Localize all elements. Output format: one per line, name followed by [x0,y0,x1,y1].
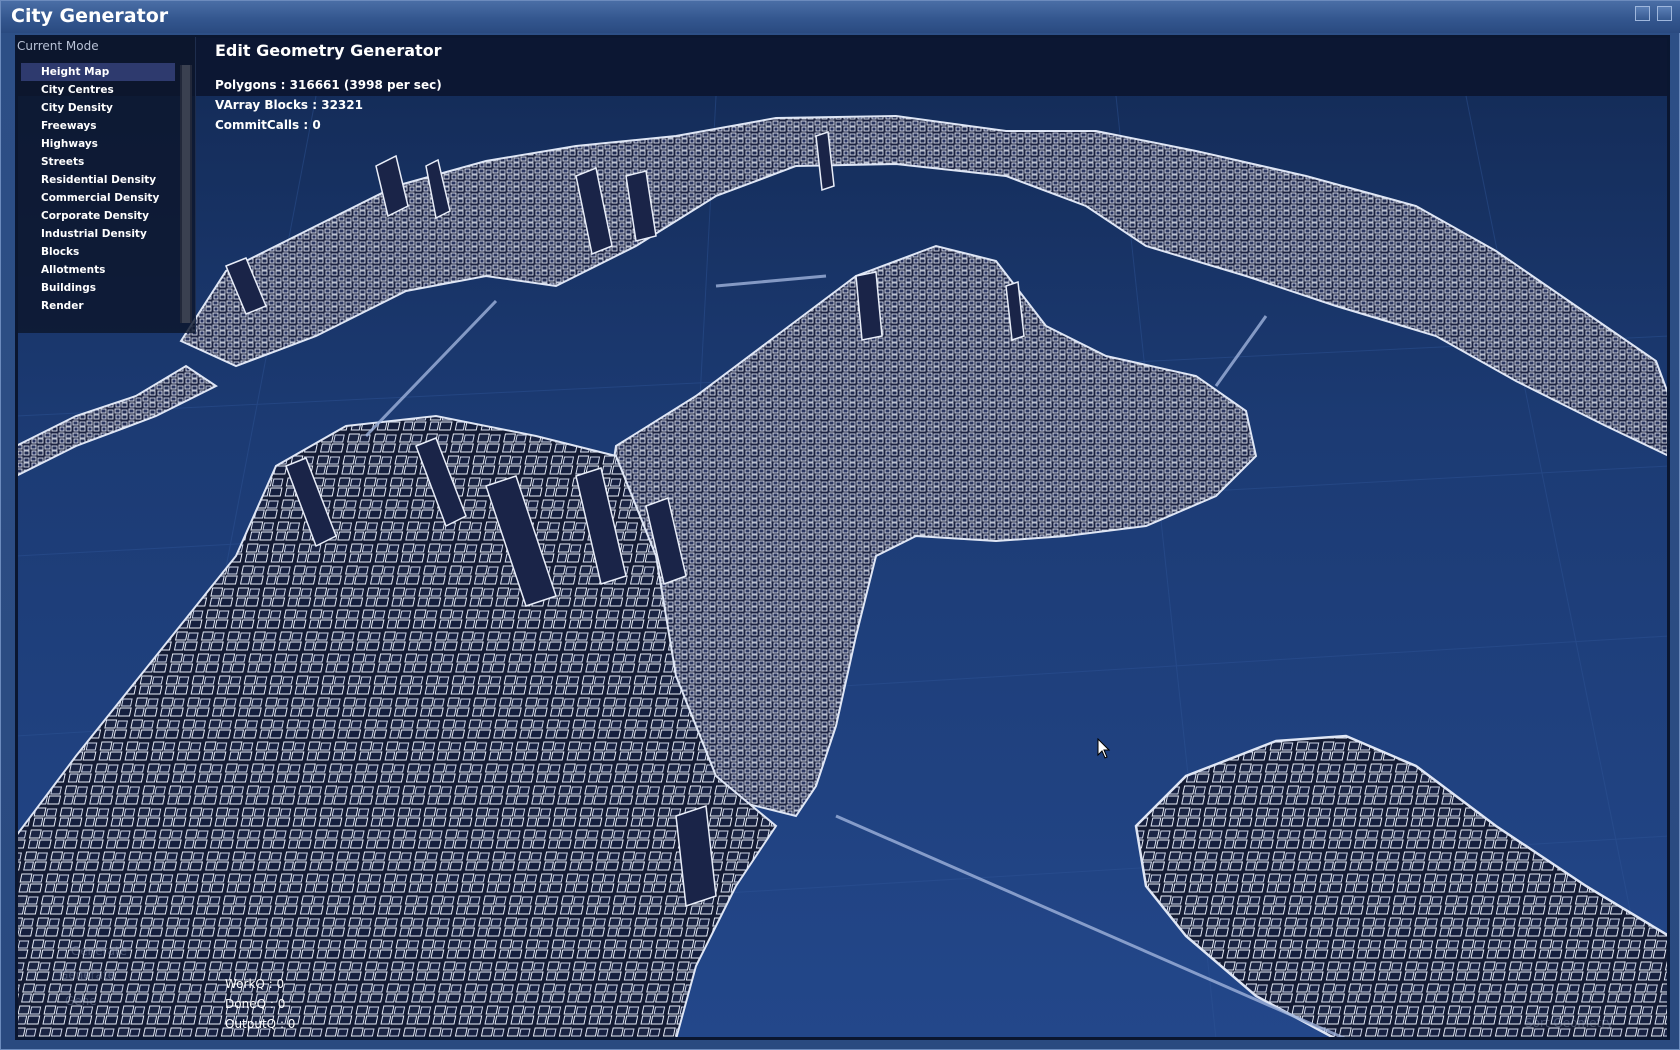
city-3d-viewport[interactable] [15,35,1670,1040]
restore-icon[interactable] [1635,6,1650,21]
queue-stats: WorkQ : 0 DoneQ : 0 OutputQ : 0 [225,974,295,1034]
mode-item-industrial-density[interactable]: Industrial Density [21,225,175,243]
polygons-stat: Polygons : 316661 (3998 per sec) [215,78,442,92]
output-queue-stat: OutputQ : 0 [225,1017,296,1031]
mode-item-height-map[interactable]: Height Map [21,63,175,81]
done-queue-stat: DoneQ : 0 [225,997,286,1011]
arrow-cursor-icon [1097,737,1111,764]
mode-item-blocks[interactable]: Blocks [21,243,175,261]
mode-item-freeways[interactable]: Freeways [21,117,175,135]
faded-generate-label-1: Generate [71,944,128,958]
stats-panel: Polygons : 316661 (3998 per sec) VArray … [215,75,442,135]
faded-generate-label-2: Generate [59,968,116,982]
work-queue-stat: WorkQ : 0 [225,977,285,991]
mode-list-scrollbar[interactable] [180,65,192,323]
mode-item-corporate-density[interactable]: Corporate Density [21,207,175,225]
mode-item-city-centres[interactable]: City Centres [21,81,175,99]
mode-item-streets[interactable]: Streets [21,153,175,171]
generator-heading: Edit Geometry Generator [215,41,442,60]
commit-calls-stat: CommitCalls : 0 [215,118,321,132]
mode-item-commercial-density[interactable]: Commercial Density [21,189,175,207]
mode-item-highways[interactable]: Highways [21,135,175,153]
mode-item-buildings[interactable]: Buildings [21,279,175,297]
mode-panel-title: Current Mode [17,39,99,53]
mode-panel: Current Mode Height Map City Centres Cit… [17,37,196,333]
faded-generate-label-3: Gene [65,994,97,1008]
mode-item-residential-density[interactable]: Residential Density [21,171,175,189]
varray-blocks-stat: VArray Blocks : 32321 [215,98,363,112]
app-window: City Generator Current Mode Height Map C… [0,0,1680,1050]
maximize-icon[interactable] [1657,6,1672,21]
title-bar[interactable]: City Generator [1,1,1680,33]
mode-item-render[interactable]: Render [21,297,175,315]
faded-sort-geometry-label: Sort Geometry [1525,1016,1614,1030]
scrollbar-thumb[interactable] [182,65,190,323]
window-title: City Generator [11,5,169,27]
mode-item-allotments[interactable]: Allotments [21,261,175,279]
mode-list[interactable]: Height Map City Centres City Density Fre… [21,63,175,315]
mode-item-city-density[interactable]: City Density [21,99,175,117]
city-render [16,36,1669,1039]
